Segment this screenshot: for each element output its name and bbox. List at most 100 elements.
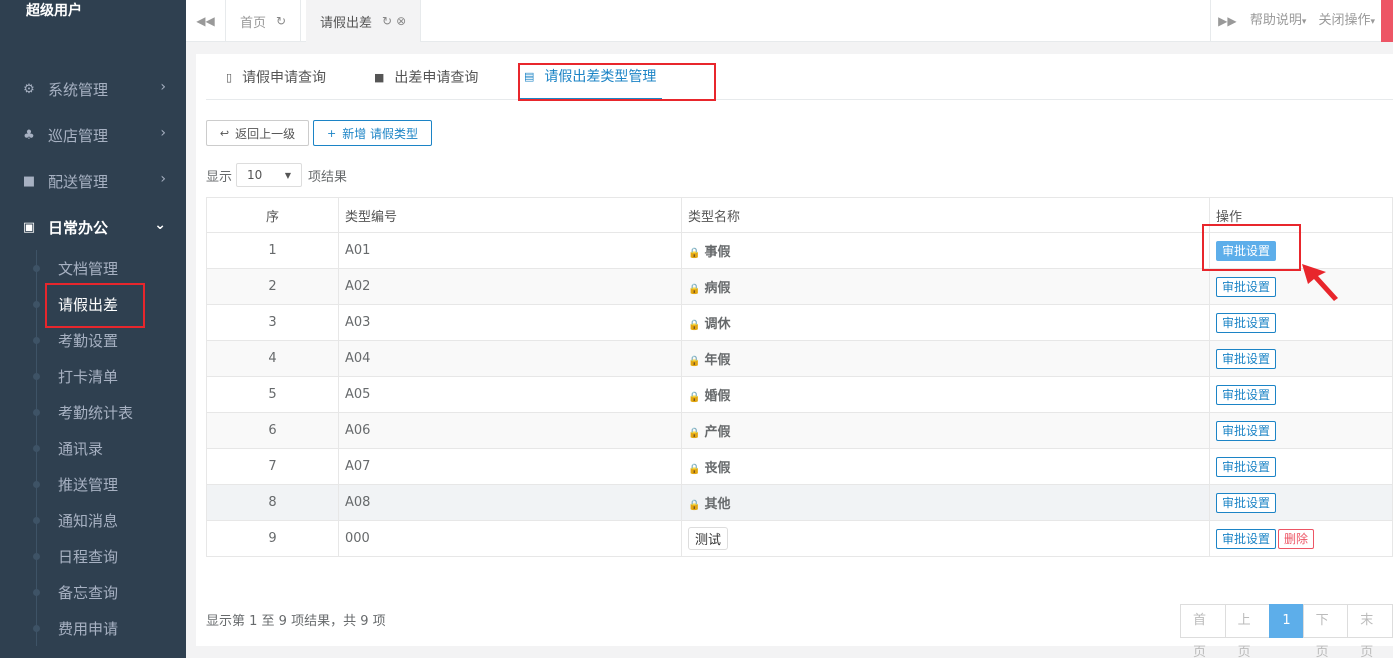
help-dropdown[interactable]: 帮助说明▾ xyxy=(1244,0,1313,42)
tab-label: 首页 xyxy=(240,15,267,31)
cell-code: A04 xyxy=(338,340,682,377)
close-ops-dropdown[interactable]: 关闭操作▾ xyxy=(1312,0,1381,42)
caret-down-icon: ▾ xyxy=(1370,17,1375,27)
sidebar-item-store-patrol[interactable]: ♣ 巡店管理 › xyxy=(0,112,186,158)
sidebar-menu: ⚙ 系统管理 › ♣ 巡店管理 › ■ 配送管理 › ▣ 日常办公 ⌄ 文档管理… xyxy=(0,66,186,646)
cell-code: A05 xyxy=(338,376,682,413)
cell-actions: 审批设置 xyxy=(1209,340,1393,377)
lock-icon: 🔒 xyxy=(688,392,701,403)
return-icon: ↩ xyxy=(219,126,230,140)
approval-settings-button[interactable]: 审批设置 xyxy=(1216,384,1277,405)
tab-leave-travel[interactable]: 请假出差 ↻ ⊗ xyxy=(306,0,422,42)
sidebar-subitem-memo[interactable]: 备忘查询 xyxy=(0,574,186,610)
approval-settings-button[interactable]: 审批设置 xyxy=(1216,312,1277,333)
lock-icon: 🔒 xyxy=(688,284,701,295)
sidebar-subitem-punch-list[interactable]: 打卡清单 xyxy=(0,358,186,394)
page-next[interactable]: 下页 xyxy=(1302,604,1349,658)
table-row: 9 000 测试 审批设置 删除 xyxy=(206,520,1393,557)
approval-settings-button[interactable]: 审批设置 xyxy=(1216,492,1277,513)
exit-button[interactable] xyxy=(1381,0,1393,42)
sidebar-subitem-expense[interactable]: 费用申请 xyxy=(0,610,186,646)
truck-icon: ■ xyxy=(22,173,36,189)
cell-name: 🔒 丧假 xyxy=(681,448,1210,485)
approval-settings-button[interactable]: 审批设置 xyxy=(1216,420,1277,441)
cell-code: 000 xyxy=(338,520,682,557)
sidebar-subitem-schedule[interactable]: 日程查询 xyxy=(0,538,186,574)
approval-settings-button[interactable]: 审批设置 xyxy=(1216,456,1277,477)
table-row: 8 A08 🔒 其他 审批设置 xyxy=(206,484,1393,521)
refresh-icon[interactable]: ↻ xyxy=(276,14,286,28)
page-length-select[interactable]: 10 ▼ xyxy=(236,163,303,187)
page-last[interactable]: 末页 xyxy=(1347,604,1393,658)
pagination: 首页 上页 1 下页 末页 xyxy=(1180,604,1393,658)
back-button[interactable]: ↩ 返回上一级 xyxy=(206,120,309,146)
add-type-button[interactable]: + 新增 请假类型 xyxy=(313,120,432,146)
page-number[interactable]: 1 xyxy=(1269,604,1304,638)
lock-icon: 🔒 xyxy=(688,500,701,511)
cell-actions: 审批设置 xyxy=(1209,376,1393,413)
plus-icon: + xyxy=(326,126,337,140)
cell-code: A02 xyxy=(338,268,682,305)
cell-index: 9 xyxy=(206,520,339,557)
sidebar-item-daily-office[interactable]: ▣ 日常办公 ⌄ xyxy=(0,204,186,250)
column-header-index[interactable]: 序 xyxy=(206,197,339,233)
sidebar-subitem-contacts[interactable]: 通讯录 xyxy=(0,430,186,466)
cell-name: 🔒 产假 xyxy=(681,412,1210,449)
cell-name: 🔒 婚假 xyxy=(681,376,1210,413)
annotation-arrow xyxy=(1302,264,1338,301)
tab-label: 请假出差 xyxy=(320,15,373,31)
page-prev[interactable]: 上页 xyxy=(1224,604,1271,658)
sub-tabs: ▯ 请假申请查询 ■ 出差申请查询 ▤ 请假出差类型管理 xyxy=(206,54,1393,100)
column-header-code[interactable]: 类型编号 xyxy=(338,197,682,233)
cell-code: A03 xyxy=(338,304,682,341)
sidebar-item-label: 日常办公 xyxy=(48,218,109,237)
approval-settings-button[interactable]: 审批设置 xyxy=(1216,528,1277,549)
sidebar-item-label: 巡店管理 xyxy=(48,126,109,145)
cell-index: 7 xyxy=(206,448,339,485)
sidebar-item-delivery[interactable]: ■ 配送管理 › xyxy=(0,158,186,204)
delete-button[interactable]: 删除 xyxy=(1278,528,1315,549)
approval-settings-button[interactable]: 审批设置 xyxy=(1216,276,1277,297)
sidebar-subitem-push[interactable]: 推送管理 xyxy=(0,466,186,502)
cogs-icon: ⚙ xyxy=(23,81,35,97)
table-row: 2 A02 🔒 病假 审批设置 xyxy=(206,268,1393,305)
annotation-box xyxy=(45,283,145,328)
cell-code: A06 xyxy=(338,412,682,449)
cell-index: 3 xyxy=(206,304,339,341)
cell-index: 6 xyxy=(206,412,339,449)
add-label: 新增 请假类型 xyxy=(342,126,419,141)
sidebar-subitem-documents[interactable]: 文档管理 xyxy=(0,250,186,286)
approval-settings-button[interactable]: 审批设置 xyxy=(1216,348,1277,369)
column-header-name[interactable]: 类型名称 xyxy=(681,197,1210,233)
chevron-right-icon: › xyxy=(160,79,166,95)
tab-leave-query[interactable]: ▯ 请假申请查询 xyxy=(226,54,326,100)
sidebar-subitem-notifications[interactable]: 通知消息 xyxy=(0,502,186,538)
cell-index: 4 xyxy=(206,340,339,377)
close-ops-label: 关闭操作 xyxy=(1318,13,1371,28)
refresh-icon[interactable]: ↻ xyxy=(382,14,392,28)
table-row: 6 A06 🔒 产假 审批设置 xyxy=(206,412,1393,449)
briefcase-icon: ▣ xyxy=(22,219,36,235)
tab-bar-actions: ▶▶ 帮助说明▾ 关闭操作▾ xyxy=(1209,0,1393,42)
cell-name: 🔒 事假 xyxy=(681,232,1210,269)
lock-icon: 🔒 xyxy=(688,320,701,331)
page-first[interactable]: 首页 xyxy=(1180,604,1226,658)
type-name: 产假 xyxy=(704,425,731,440)
type-name: 测试 xyxy=(688,527,729,550)
tab-travel-query[interactable]: ■ 出差申请查询 xyxy=(374,54,478,100)
arrow-head xyxy=(1302,264,1338,301)
tab-home[interactable]: 首页 ↻ xyxy=(226,0,302,42)
type-name: 事假 xyxy=(704,245,731,260)
close-icon[interactable]: ⊗ xyxy=(396,14,406,28)
table-row: 3 A03 🔒 调休 审批设置 xyxy=(206,304,1393,341)
scroll-right-button[interactable]: ▶▶ xyxy=(1209,0,1244,42)
sidebar-subitem-attendance-stats[interactable]: 考勤统计表 xyxy=(0,394,186,430)
tab-label: 请假申请查询 xyxy=(242,70,327,86)
type-name: 其他 xyxy=(704,497,731,512)
cell-name: 🔒 调休 xyxy=(681,304,1210,341)
table-row: 7 A07 🔒 丧假 审批设置 xyxy=(206,448,1393,485)
annotation-box xyxy=(1202,224,1301,271)
sidebar-item-system[interactable]: ⚙ 系统管理 › xyxy=(0,66,186,112)
scroll-left-button[interactable]: ◀◀ xyxy=(186,0,226,42)
length-prefix: 显示 xyxy=(206,169,233,185)
